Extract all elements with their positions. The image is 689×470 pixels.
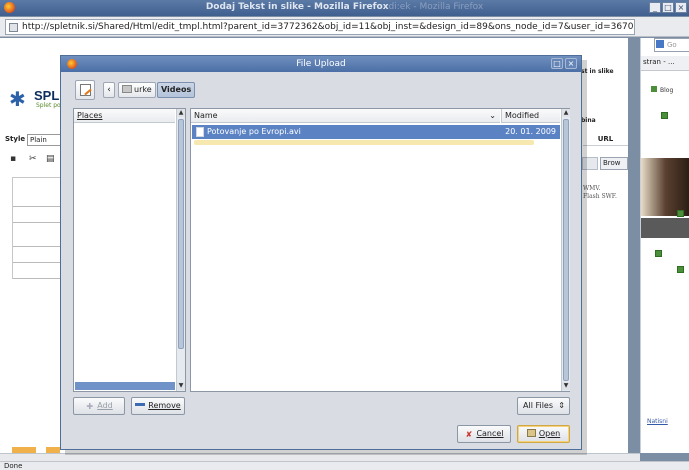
open-folder-icon: [526, 429, 536, 437]
editor-line: [13, 278, 65, 279]
url-field[interactable]: http://spletnik.si/Shared/Html/edit_tmpl…: [5, 19, 635, 35]
status-text: Done: [4, 462, 23, 470]
annotation-highlight: [194, 140, 534, 145]
modified-column-header[interactable]: Modified: [501, 109, 560, 123]
scroll-up-icon[interactable]: ▲: [177, 109, 185, 117]
sidebar-badge-icon: [677, 210, 684, 217]
remove-button[interactable]: Remove: [131, 397, 185, 415]
copy-icon[interactable]: ▤: [46, 154, 55, 164]
cut-icon[interactable]: ✂: [29, 154, 38, 164]
cancel-button[interactable]: ✘ Cancel: [457, 425, 511, 443]
sidebar-banner: [641, 218, 689, 238]
file-name: Potovanje po Evropi.avi: [207, 127, 301, 136]
save-icon[interactable]: ▪: [10, 154, 19, 164]
edit-icon: [80, 84, 91, 96]
status-bar: Done: [0, 461, 689, 470]
logo-subtitle: Splet po: [36, 102, 61, 109]
places-header[interactable]: Places: [74, 109, 175, 123]
name-column-header[interactable]: Name ⌄: [191, 109, 500, 123]
browse-button[interactable]: Brow: [600, 157, 628, 170]
places-selected-item[interactable]: [75, 382, 175, 390]
maximize-button[interactable]: □: [662, 2, 674, 13]
file-modified: 20. 01. 2009: [505, 127, 556, 136]
ghost-title-prefix: di:ek -: [388, 2, 420, 12]
places-pane: Places ▲ ▼: [73, 108, 186, 392]
path-button-current[interactable]: Videos: [157, 82, 196, 98]
scroll-up-icon[interactable]: ▲: [562, 109, 570, 117]
minus-icon: [135, 403, 146, 406]
close-button[interactable]: ×: [675, 2, 687, 13]
ghost-title: Mozilla Firefox: [419, 2, 484, 12]
editor-line: [13, 222, 65, 223]
path-scroll-left-button[interactable]: ‹: [103, 82, 115, 98]
editor-line: [13, 262, 65, 263]
sort-chevron-icon: ⌄: [489, 111, 496, 120]
type-location-button[interactable]: [75, 80, 95, 100]
url-column-header: URL: [583, 135, 628, 146]
spin-arrows-icon: ⇕: [558, 401, 565, 410]
browser-titlebar: Dodaj Tekst in slike - Mozilla Firefoxdi…: [0, 0, 689, 16]
format-hint-line: WMV.: [583, 185, 601, 192]
sidebar-badge-icon: [661, 112, 668, 119]
minimize-button[interactable]: _: [649, 2, 661, 13]
editor-line: [13, 206, 65, 207]
editor-area[interactable]: [12, 177, 65, 279]
style-label: Style: [5, 135, 26, 143]
page-icon: [9, 23, 18, 32]
files-scrollbar[interactable]: ▲ ▼: [561, 109, 570, 391]
add-button[interactable]: ✚ Add: [73, 397, 125, 415]
plus-icon: ✚: [86, 402, 94, 411]
google-icon: [656, 40, 664, 48]
spletnik-logo-icon: ✱: [9, 87, 26, 111]
editor-line: [13, 246, 65, 247]
blog-icon: [651, 86, 657, 92]
open-button[interactable]: Open: [517, 425, 570, 443]
blog-link[interactable]: Blog: [651, 86, 673, 94]
sidebar-thumbnail[interactable]: [641, 158, 689, 216]
path-button-parent[interactable]: urke: [118, 82, 156, 98]
dialog-titlebar: File Upload □ ×: [61, 56, 581, 72]
scroll-thumb[interactable]: [563, 119, 569, 381]
scroll-down-icon[interactable]: ▼: [562, 382, 570, 390]
style-select[interactable]: Plain: [27, 134, 63, 146]
sidebar-badge-icon: [677, 266, 684, 273]
print-link[interactable]: Natisni: [647, 418, 668, 425]
format-hint: WMV. Flash SWF.: [583, 185, 617, 201]
dialog-maximize-button[interactable]: □: [551, 58, 563, 69]
browser-title: Dodaj Tekst in slike - Mozilla Firefoxdi…: [205, 2, 484, 12]
scroll-down-icon[interactable]: ▼: [177, 382, 185, 390]
dialog-title: File Upload: [296, 59, 346, 69]
dialog-close-button[interactable]: ×: [565, 58, 577, 69]
format-hint-line: Flash SWF.: [583, 193, 617, 200]
file-upload-dialog: File Upload □ × ‹ urke Videos Places ▲ ▼…: [60, 55, 582, 450]
scroll-thumb[interactable]: [178, 119, 184, 349]
folder-icon: [122, 85, 132, 93]
url-bar: http://spletnik.si/Shared/Html/edit_tmpl…: [0, 17, 689, 37]
sidebar-toolbar[interactable]: stran - ...: [641, 56, 689, 71]
sidebar-badge-icon: [655, 250, 662, 257]
browser-sidebar: Go stran - ... Blog Natisni: [640, 38, 689, 453]
file-filter-select[interactable]: All Files ⇕: [517, 397, 570, 415]
file-row[interactable]: Potovanje po Evropi.avi 20. 01. 2009: [192, 125, 560, 139]
cancel-icon: ✘: [465, 430, 473, 439]
places-scrollbar[interactable]: ▲ ▼: [176, 109, 185, 391]
files-pane: Name ⌄ Modified Potovanje po Evropi.avi …: [190, 108, 570, 392]
file-icon: [196, 127, 204, 137]
